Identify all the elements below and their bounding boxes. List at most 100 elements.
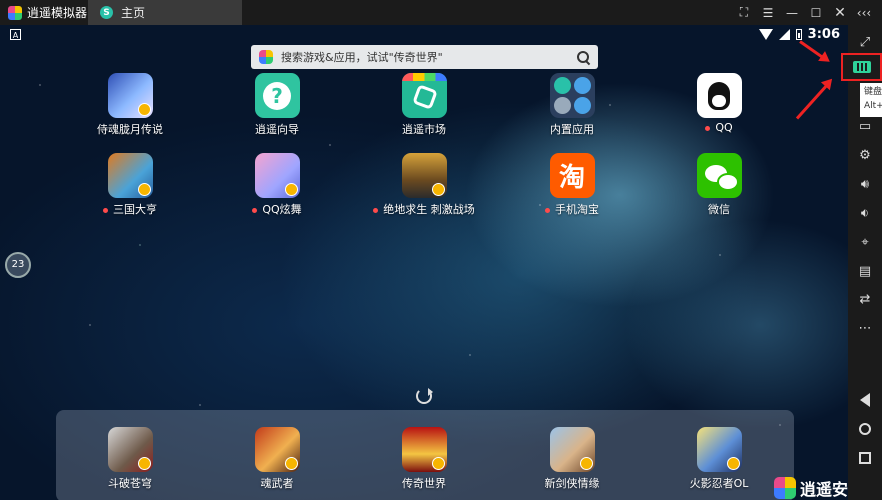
- volume-up-icon[interactable]: 🔊︎: [848, 173, 882, 195]
- doupo-app-icon: [107, 427, 153, 472]
- tab-home-label: 主页: [121, 6, 146, 20]
- app-memu-guide[interactable]: ? 逍遥向导: [217, 73, 337, 137]
- android-statusbar: A 3:06: [0, 25, 848, 45]
- tooltip-line1: 键盘: [864, 87, 882, 97]
- home-icon[interactable]: [848, 418, 882, 440]
- app-label: 魂武者: [260, 477, 294, 490]
- app-label-wrap: 绝地求生 刺激战场: [364, 201, 484, 217]
- app-samurai-shodown[interactable]: 侍魂胧月传说: [70, 73, 190, 137]
- collapse-toolbar-icon[interactable]: ‹‹‹: [852, 6, 876, 20]
- battery-icon: [795, 29, 802, 40]
- memu-logo-icon: [8, 5, 22, 20]
- sanguo-app-icon: [107, 153, 153, 198]
- app-label: 新剑侠情缘: [544, 477, 600, 490]
- app-label: 斗破苍穹: [108, 477, 152, 490]
- pubg-app-icon: [401, 153, 447, 198]
- app-label-wrap: 三国大亨: [70, 201, 190, 217]
- settings-icon[interactable]: ⚙: [848, 144, 882, 166]
- dock-app-jianxia[interactable]: 新剑侠情缘: [512, 427, 632, 491]
- close-icon[interactable]: ✕: [828, 5, 852, 21]
- new-dot: [252, 207, 258, 213]
- app-wechat[interactable]: 微信: [659, 153, 779, 217]
- fullscreen-expand-icon[interactable]: ⤢: [848, 31, 882, 53]
- app-label: 手机淘宝: [555, 203, 599, 216]
- qq-penguin-icon: [696, 73, 742, 118]
- app-folder-icon: [549, 73, 595, 118]
- keyboard-tooltip: 键盘 Alt+: [860, 83, 882, 117]
- volume-down-icon[interactable]: 🔉︎: [848, 202, 882, 224]
- app-label: 绝地求生 刺激战场: [383, 203, 475, 216]
- dock-app-naruto[interactable]: 火影忍者OL: [659, 427, 779, 491]
- app-taobao[interactable]: 淘 手机淘宝: [512, 153, 632, 217]
- new-dot: [705, 125, 711, 131]
- app-label: QQ: [715, 121, 733, 134]
- refresh-icon[interactable]: [416, 388, 433, 404]
- app-label: 逍遥向导: [255, 123, 299, 136]
- app-label: 微信: [708, 203, 730, 216]
- recent-apps-icon[interactable]: [848, 447, 882, 469]
- jianxia-app-icon: [549, 427, 595, 472]
- app-builtin-apps[interactable]: 内置应用: [512, 73, 632, 137]
- keyboard-icon: [852, 61, 871, 73]
- menu-icon[interactable]: ☰: [756, 6, 780, 20]
- memu-watermark-logo-icon: [773, 477, 796, 499]
- app-title: 逍遥模拟器: [0, 0, 88, 25]
- search-bar[interactable]: 搜索游戏&应用，试试"传奇世界": [251, 45, 598, 69]
- wechat-app-icon: [696, 153, 742, 198]
- samurai-shodown-app-icon: [107, 73, 153, 118]
- app-label: 三国大亨: [113, 203, 157, 216]
- app-qq[interactable]: QQ: [659, 73, 779, 134]
- maximize-icon[interactable]: ☐: [804, 6, 828, 20]
- app-label: QQ炫舞: [262, 203, 302, 216]
- app-sanguo-tycoon[interactable]: 三国大亨: [70, 153, 190, 217]
- new-dot: [373, 207, 379, 213]
- question-mark-app-icon: ?: [254, 73, 300, 118]
- app-label: 内置应用: [550, 123, 594, 136]
- home-tab-icon: S: [100, 6, 113, 19]
- search-placeholder: 搜索游戏&应用，试试"传奇世界": [281, 51, 443, 64]
- qq-dance-app-icon: [254, 153, 300, 198]
- market-app-icon: [401, 73, 447, 118]
- multi-window-icon[interactable]: ▭: [848, 115, 882, 137]
- rotate-icon[interactable]: ⇄: [848, 288, 882, 310]
- app-label: 逍遥市场: [402, 123, 446, 136]
- app-label-wrap: QQ炫舞: [217, 201, 337, 217]
- tooltip-line2: Alt+: [864, 101, 882, 111]
- keyboard-mapping-button[interactable]: [841, 53, 882, 81]
- app-qq-dance[interactable]: QQ炫舞: [217, 153, 337, 217]
- minimize-icon[interactable]: —: [780, 6, 804, 20]
- new-dot: [545, 207, 550, 213]
- app-name: 逍遥模拟器: [27, 6, 88, 20]
- app-label-wrap: QQ: [659, 121, 779, 134]
- app-memu-market[interactable]: 逍遥市场: [364, 73, 484, 137]
- taobao-glyph: 淘: [558, 163, 585, 193]
- memu-watermark: 逍遥安: [773, 476, 848, 500]
- status-icons: 3:06: [758, 27, 840, 42]
- app-label: 传奇世界: [402, 477, 446, 490]
- folder-icon[interactable]: ▤: [848, 260, 882, 282]
- naruto-app-icon: [696, 427, 742, 472]
- clock: 3:06: [807, 27, 840, 42]
- app-pubg-mobile[interactable]: 绝地求生 刺激战场: [364, 153, 484, 217]
- search-icon[interactable]: [577, 50, 590, 64]
- notification-a-icon: A: [10, 29, 21, 40]
- new-dot: [103, 207, 108, 213]
- fps-indicator[interactable]: 23: [5, 252, 31, 278]
- dock-app-doupo[interactable]: 斗破苍穹: [70, 427, 190, 491]
- app-label: 侍魂胧月传说: [97, 123, 163, 136]
- dock-app-hunwuzhe[interactable]: 魂武者: [217, 427, 337, 491]
- fullscreen-icon[interactable]: ⛶: [732, 5, 756, 20]
- location-icon[interactable]: ⌖: [848, 231, 882, 253]
- wifi-icon: [758, 29, 773, 40]
- dock-app-chuanqi[interactable]: 传奇世界: [364, 427, 484, 491]
- window-controls: ⛶ ☰ — ☐ ✕ ‹‹‹: [732, 0, 876, 25]
- watermark-text: 逍遥安: [799, 480, 848, 499]
- memu-search-logo-icon: [259, 50, 273, 64]
- app-label: 火影忍者OL: [689, 477, 749, 490]
- taobao-app-icon: 淘: [549, 153, 595, 198]
- android-home-screen: A 3:06 搜索游戏&应用，试试"传奇世界" 侍魂胧月传说 ? 逍遥向导 逍遥…: [0, 25, 848, 500]
- back-icon[interactable]: [848, 389, 882, 411]
- more-icon[interactable]: ⋯: [848, 317, 882, 339]
- window-titlebar: 逍遥模拟器 S 主页 ⛶ ☰ — ☐ ✕ ‹‹‹: [0, 0, 882, 25]
- tab-home[interactable]: S 主页: [88, 0, 242, 25]
